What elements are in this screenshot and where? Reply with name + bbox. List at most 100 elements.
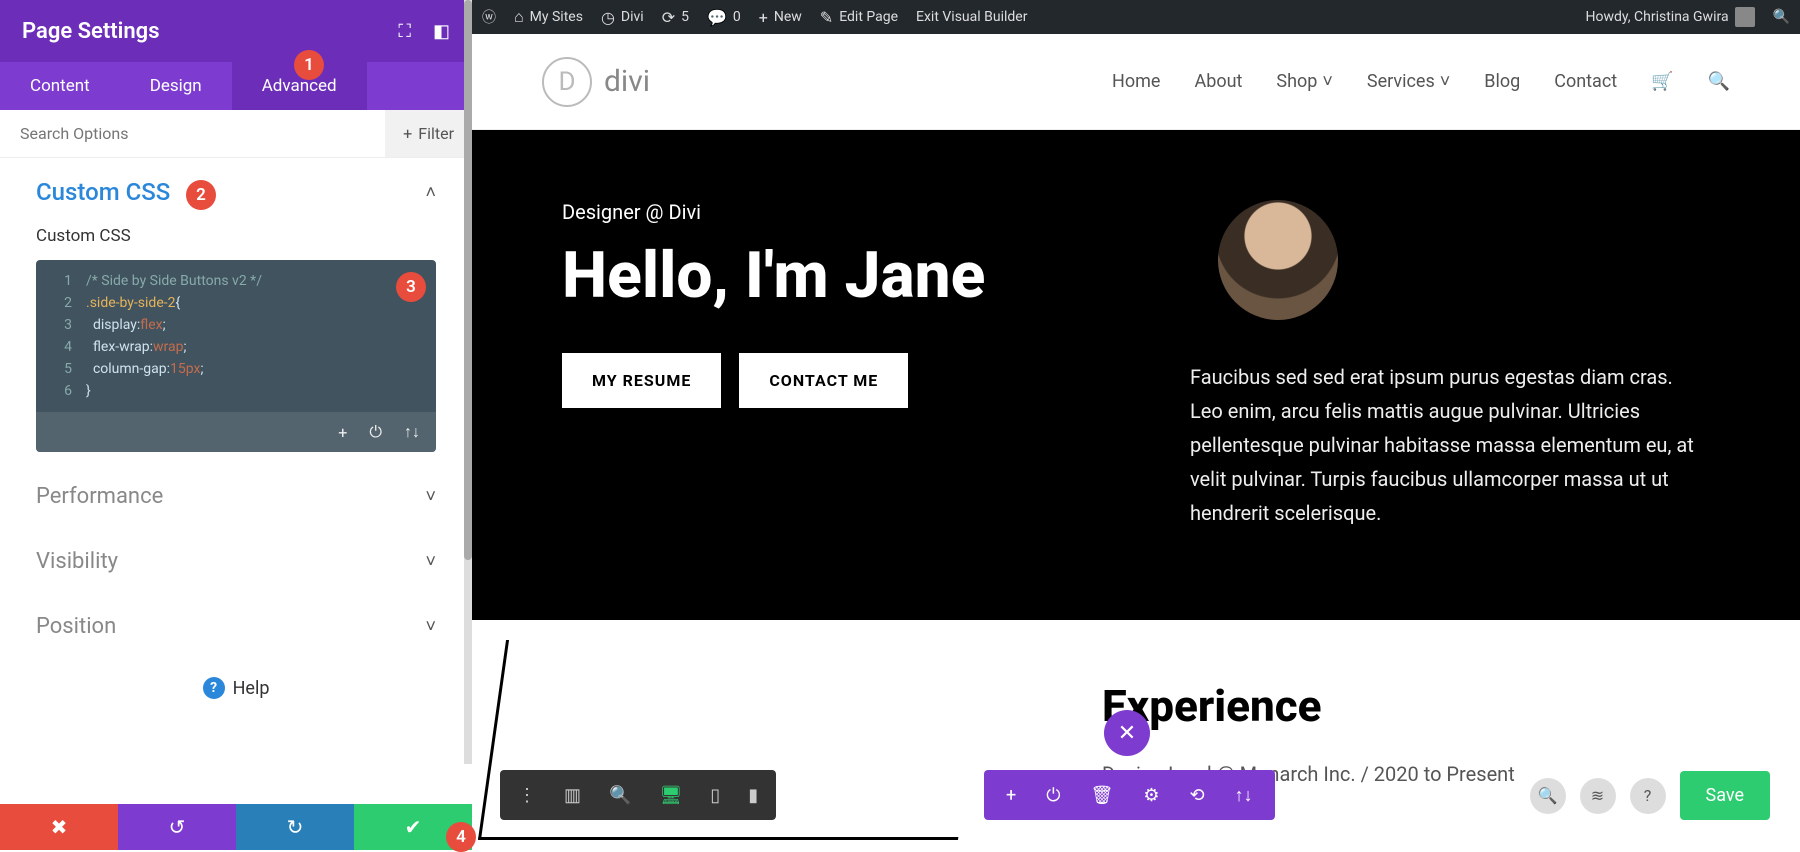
my-sites-link[interactable]: ⌂My Sites bbox=[514, 7, 583, 27]
nav-blog[interactable]: Blog bbox=[1484, 71, 1520, 92]
undo-button[interactable]: ↺ bbox=[118, 804, 236, 850]
updates-link[interactable]: ⟳5 bbox=[662, 8, 689, 27]
history-icon[interactable]: ⟲ bbox=[1189, 785, 1204, 806]
module-toolbar: + ⏻ 🗑 ⚙ ⟲ ↑↓ bbox=[984, 770, 1275, 820]
add-icon[interactable]: + bbox=[338, 423, 347, 442]
chevron-down-icon: ˅ bbox=[425, 616, 436, 637]
sidebar-title: Page Settings bbox=[22, 19, 160, 44]
desktop-icon[interactable]: 🖥 bbox=[659, 785, 682, 806]
nav-contact[interactable]: Contact bbox=[1554, 71, 1617, 92]
edit-page-link[interactable]: ✎ Edit Page bbox=[820, 8, 898, 27]
annotation-badge-2: 2 bbox=[186, 180, 216, 210]
comments-link[interactable]: 💬0 bbox=[707, 8, 741, 27]
site-link[interactable]: ◷Divi bbox=[601, 8, 644, 27]
section-title: Custom CSS bbox=[36, 178, 170, 206]
phone-icon[interactable]: ▮ bbox=[748, 785, 758, 806]
wireframe-icon[interactable]: ▥ bbox=[564, 785, 581, 806]
section-title: Performance bbox=[36, 484, 163, 509]
annotation-badge-3: 3 bbox=[396, 272, 426, 302]
exit-vb-link[interactable]: Exit Visual Builder bbox=[916, 9, 1027, 25]
pencil-icon: ✎ bbox=[820, 8, 833, 27]
code-toolbar: + ⏻ ↑↓ bbox=[36, 412, 436, 452]
nav-home[interactable]: Home bbox=[1112, 71, 1160, 92]
expand-icon[interactable]: ⛶ bbox=[398, 21, 411, 42]
edit-page-label: Edit Page bbox=[839, 9, 898, 25]
more-icon[interactable]: ⋮ bbox=[518, 785, 536, 806]
help-icon: ? bbox=[203, 677, 225, 699]
nav-shop[interactable]: Shop ˅ bbox=[1276, 71, 1333, 92]
help-label: Help bbox=[233, 678, 270, 699]
help-link[interactable]: ? Help bbox=[0, 659, 472, 717]
search-icon[interactable]: 🔍 bbox=[1708, 71, 1730, 92]
new-label: New bbox=[774, 9, 802, 25]
redo-button[interactable]: ↻ bbox=[236, 804, 354, 850]
tab-design[interactable]: Design bbox=[120, 62, 232, 110]
dock-icon[interactable]: ◧ bbox=[433, 21, 450, 42]
help-button[interactable]: ? bbox=[1630, 778, 1666, 814]
user-avatar-icon bbox=[1735, 7, 1755, 27]
filter-label: Filter bbox=[418, 124, 454, 143]
section-custom-css[interactable]: Custom CSS ˄ bbox=[0, 158, 472, 226]
search-icon[interactable]: 🔍 bbox=[1773, 9, 1790, 25]
site-logo[interactable]: D divi bbox=[542, 57, 650, 107]
responsive-toolbar: ⋮ ▥ 🔍 🖥 ▯ ▮ bbox=[500, 770, 776, 820]
resume-button[interactable]: MY RESUME bbox=[562, 353, 721, 408]
comment-icon: 💬 bbox=[707, 8, 727, 27]
gear-icon[interactable]: ⚙ bbox=[1143, 785, 1159, 806]
cancel-button[interactable]: ✖ bbox=[0, 804, 118, 850]
annotation-badge-4: 4 bbox=[446, 822, 476, 852]
tablet-icon[interactable]: ▯ bbox=[710, 785, 720, 806]
plus-icon: + bbox=[403, 124, 412, 143]
sidebar-body: Custom CSS ˄ Custom CSS 1/* Side by Side… bbox=[0, 158, 472, 810]
layers-button[interactable]: ≋ bbox=[1580, 778, 1616, 814]
cart-icon[interactable]: 🛒 bbox=[1651, 71, 1673, 92]
site-name-label: Divi bbox=[621, 9, 644, 25]
section-title: Visibility bbox=[36, 549, 118, 574]
wp-logo-icon[interactable]: ⓦ bbox=[482, 7, 496, 27]
sort-icon[interactable]: ↑↓ bbox=[404, 422, 420, 442]
find-button[interactable]: 🔍 bbox=[1530, 778, 1566, 814]
close-fab-button[interactable]: ✕ bbox=[1104, 710, 1150, 756]
power-icon[interactable]: ⏻ bbox=[1046, 785, 1060, 806]
section-title: Position bbox=[36, 614, 116, 639]
nav-services-label: Services bbox=[1367, 71, 1435, 92]
profile-avatar bbox=[1218, 200, 1338, 320]
add-icon[interactable]: + bbox=[1006, 785, 1016, 806]
tab-content[interactable]: Content bbox=[0, 62, 120, 110]
zoom-icon[interactable]: 🔍 bbox=[609, 785, 631, 806]
new-link[interactable]: + New bbox=[759, 8, 802, 27]
sort-icon[interactable]: ↑↓ bbox=[1235, 785, 1253, 806]
main-nav: Home About Shop ˅ Services ˅ Blog Contac… bbox=[1112, 71, 1730, 92]
howdy-link[interactable]: Howdy, Christina Gwira bbox=[1586, 7, 1755, 27]
plus-icon: + bbox=[759, 8, 768, 27]
updates-count: 5 bbox=[681, 9, 689, 25]
hero-subtitle: Designer @ Divi bbox=[562, 200, 1120, 224]
sidebar-footer: ✖ ↺ ↻ ✔ bbox=[0, 804, 472, 850]
sidebar-scrollbar[interactable] bbox=[464, 0, 472, 764]
save-button[interactable]: Save bbox=[1680, 771, 1771, 820]
site-header: D divi Home About Shop ˅ Services ˅ Blog… bbox=[472, 34, 1800, 130]
nav-shop-label: Shop bbox=[1276, 71, 1317, 92]
power-icon[interactable]: ⏻ bbox=[369, 422, 382, 442]
nav-about[interactable]: About bbox=[1194, 71, 1242, 92]
chevron-down-icon: ˅ bbox=[1440, 71, 1451, 92]
chevron-down-icon: ˅ bbox=[425, 486, 436, 507]
refresh-icon: ⟳ bbox=[662, 8, 675, 27]
contact-button[interactable]: CONTACT ME bbox=[739, 353, 908, 408]
settings-sidebar: Page Settings ⛶ ◧ Content Design Advance… bbox=[0, 0, 472, 810]
custom-css-label: Custom CSS bbox=[0, 226, 472, 260]
trash-icon[interactable]: 🗑 bbox=[1090, 785, 1113, 806]
sidebar-tabs: Content Design Advanced bbox=[0, 62, 472, 110]
logo-text: divi bbox=[604, 64, 650, 99]
section-visibility[interactable]: Visibility ˅ bbox=[0, 529, 472, 594]
filter-button[interactable]: + Filter bbox=[385, 110, 472, 157]
code-editor[interactable]: 1/* Side by Side Buttons v2 */2.side-by-… bbox=[36, 260, 436, 452]
nav-services[interactable]: Services ˅ bbox=[1367, 71, 1450, 92]
page-controls: 🔍 ≋ ? Save bbox=[1530, 771, 1771, 820]
howdy-text: Howdy, Christina Gwira bbox=[1586, 9, 1729, 25]
section-position[interactable]: Position ˅ bbox=[0, 594, 472, 659]
my-sites-label: My Sites bbox=[530, 9, 583, 25]
search-input[interactable] bbox=[0, 124, 385, 143]
section-performance[interactable]: Performance ˅ bbox=[0, 464, 472, 529]
wp-admin-bar: ⓦ ⌂My Sites ◷Divi ⟳5 💬0 +New ✎Edit Page … bbox=[472, 0, 1800, 34]
